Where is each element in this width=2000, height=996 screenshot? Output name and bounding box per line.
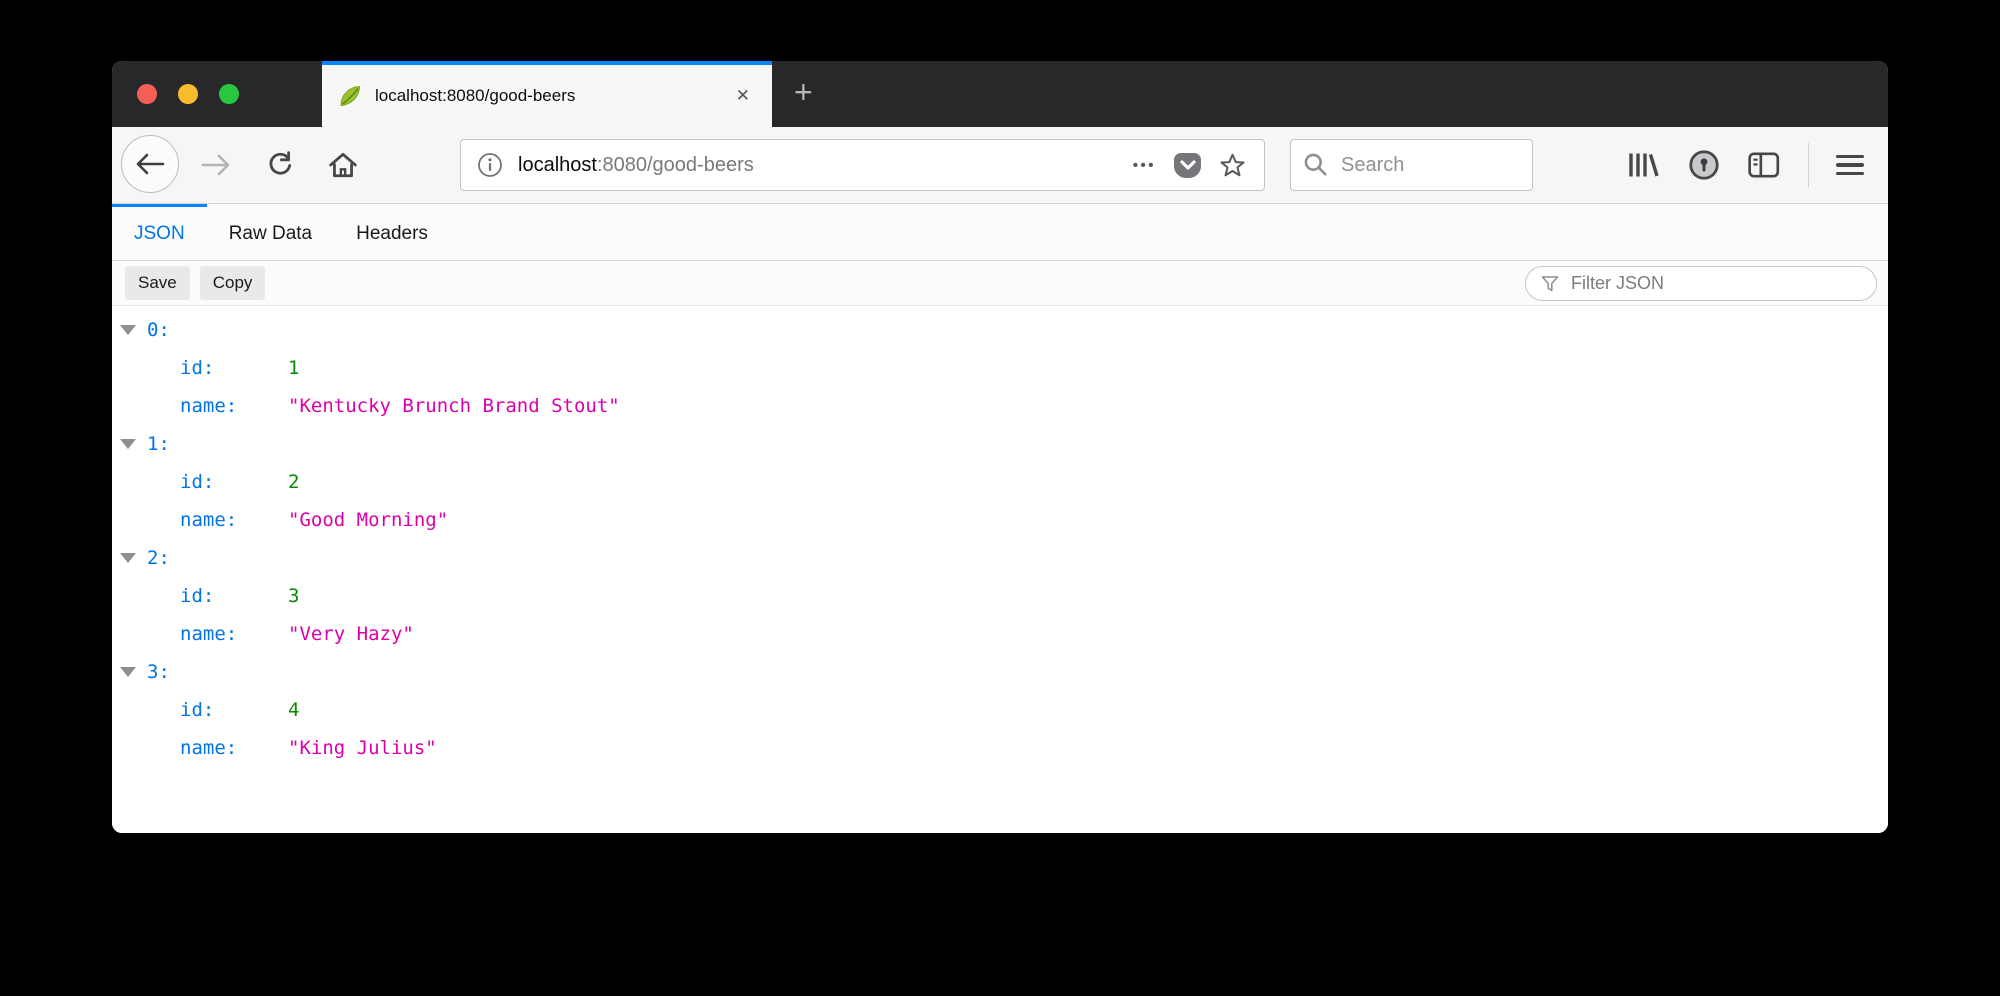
search-box (1290, 139, 1533, 191)
json-entry-header: 0: (112, 311, 1888, 349)
toolbar-divider (1808, 143, 1809, 187)
menu-icon[interactable] (1836, 154, 1864, 176)
page-actions-icon[interactable]: ••• (1133, 157, 1156, 174)
json-property-row: id: 4 (112, 691, 1888, 729)
property-value: "Good Morning" (288, 509, 449, 531)
collapse-arrow-icon[interactable] (120, 667, 136, 677)
pocket-icon[interactable] (1174, 152, 1201, 178)
library-icon[interactable] (1625, 150, 1661, 180)
tab-headers[interactable]: Headers (334, 204, 450, 260)
navigation-toolbar: localhost:8080/good-beers ••• (112, 127, 1888, 204)
entry-index: 1: (147, 433, 170, 455)
filter-json-box (1525, 266, 1877, 301)
property-key: id: (180, 585, 215, 607)
json-property-row: name: "Good Morning" (112, 501, 1888, 539)
property-key: name: (180, 395, 238, 417)
json-entry-header: 1: (112, 425, 1888, 463)
property-key: name: (180, 509, 238, 531)
minimize-window-button[interactable] (178, 84, 198, 104)
close-tab-icon[interactable]: ✕ (732, 84, 754, 108)
toolbar-right-icons (1625, 127, 1864, 203)
fullscreen-window-button[interactable] (219, 84, 239, 104)
json-property-row: id: 2 (112, 463, 1888, 501)
entry-index: 0: (147, 319, 170, 341)
tab-json[interactable]: JSON (112, 204, 207, 260)
reload-icon[interactable] (266, 151, 294, 179)
json-content: 0: id: 1 name: "Kentucky Brunch Brand St… (112, 306, 1888, 833)
url-bar[interactable]: localhost:8080/good-beers ••• (460, 139, 1265, 191)
collapse-arrow-icon[interactable] (120, 439, 136, 449)
tab-raw-data[interactable]: Raw Data (207, 204, 334, 260)
json-entry-header: 3: (112, 653, 1888, 691)
extension-icon[interactable] (1688, 149, 1720, 181)
property-key: id: (180, 471, 215, 493)
json-property-row: name: "Kentucky Brunch Brand Stout" (112, 387, 1888, 425)
url-domain: localhost (518, 153, 597, 176)
json-property-row: id: 1 (112, 349, 1888, 387)
property-key: name: (180, 623, 238, 645)
entry-index: 2: (147, 547, 170, 569)
json-property-row: name: "King Julius" (112, 729, 1888, 767)
filter-json-input[interactable] (1569, 272, 1862, 295)
url-text: localhost:8080/good-beers (518, 154, 1133, 177)
spring-leaf-favicon (338, 84, 362, 108)
sidebar-toggle-icon[interactable] (1747, 150, 1781, 180)
url-path: :8080/good-beers (596, 153, 754, 176)
search-icon (1304, 153, 1327, 176)
site-info-icon[interactable] (477, 152, 503, 178)
property-value: 3 (288, 585, 300, 607)
property-key: id: (180, 357, 215, 379)
json-entry-header: 2: (112, 539, 1888, 577)
json-property-row: id: 3 (112, 577, 1888, 615)
browser-tab[interactable]: localhost:8080/good-beers ✕ (322, 61, 772, 127)
home-button[interactable] (328, 151, 358, 179)
forward-button[interactable] (200, 152, 232, 178)
entry-index: 3: (147, 661, 170, 683)
search-input[interactable] (1339, 152, 1520, 178)
window-controls (137, 84, 239, 104)
bookmark-star-icon[interactable] (1219, 152, 1246, 179)
json-property-row: name: "Very Hazy" (112, 615, 1888, 653)
funnel-icon (1541, 275, 1559, 291)
copy-button[interactable]: Copy (199, 266, 266, 300)
property-value: 1 (288, 357, 300, 379)
tab-bar: localhost:8080/good-beers ✕ + (112, 61, 1888, 127)
property-key: id: (180, 699, 215, 721)
close-window-button[interactable] (137, 84, 157, 104)
collapse-arrow-icon[interactable] (120, 553, 136, 563)
property-value: "Kentucky Brunch Brand Stout" (288, 395, 620, 417)
json-viewer-tabs: JSON Raw Data Headers (112, 204, 1888, 261)
property-value: 4 (288, 699, 300, 721)
back-button[interactable] (121, 135, 179, 193)
browser-window: localhost:8080/good-beers ✕ + localhost:… (112, 61, 1888, 833)
property-value: 2 (288, 471, 300, 493)
property-key: name: (180, 737, 238, 759)
new-tab-button[interactable]: + (788, 74, 819, 110)
save-button[interactable]: Save (125, 266, 190, 300)
collapse-arrow-icon[interactable] (120, 325, 136, 335)
tab-title: localhost:8080/good-beers (375, 86, 576, 105)
json-actions-bar: Save Copy (112, 261, 1888, 306)
property-value: "King Julius" (288, 737, 437, 759)
property-value: "Very Hazy" (288, 623, 414, 645)
